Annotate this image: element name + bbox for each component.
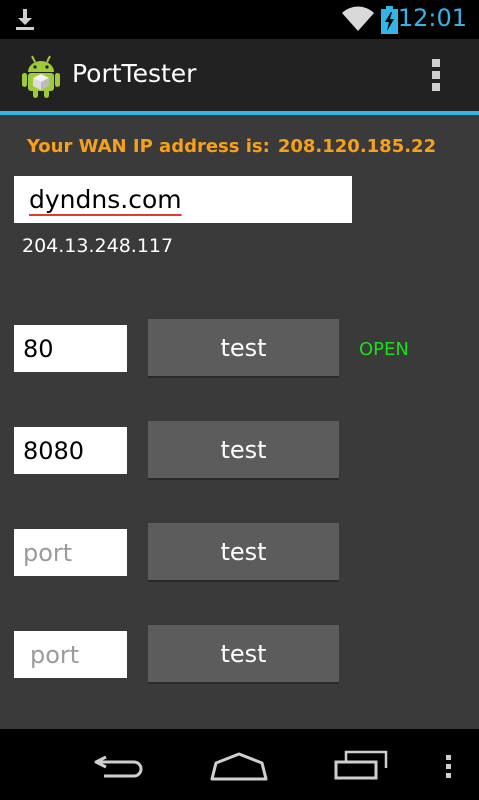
- wan-label: Your WAN IP address is:: [26, 136, 270, 157]
- battery-charging-icon: [381, 6, 398, 34]
- recent-apps-icon[interactable]: [334, 749, 388, 781]
- port-input-2[interactable]: 8080: [14, 427, 127, 474]
- host-input-value: dyndns.com: [29, 185, 182, 214]
- port-value: 80: [23, 335, 54, 363]
- port-input-4[interactable]: port: [14, 631, 127, 678]
- host-input[interactable]: dyndns.com: [14, 176, 352, 223]
- home-icon[interactable]: [210, 751, 268, 781]
- resolved-ip: 204.13.248.117: [22, 235, 174, 257]
- status-bar: 12:01: [0, 0, 479, 39]
- wifi-icon: [342, 6, 374, 31]
- download-icon: [16, 9, 34, 30]
- menu-icon[interactable]: [446, 755, 452, 779]
- main-content: Your WAN IP address is: 208.120.185.22 dy…: [0, 115, 479, 729]
- clock: 12:01: [397, 4, 467, 32]
- port-value: 8080: [23, 437, 85, 465]
- android-icon[interactable]: [22, 54, 60, 98]
- test-button-1[interactable]: test: [148, 319, 339, 378]
- port-input-3[interactable]: port: [14, 529, 127, 576]
- navigation-bar: [0, 729, 479, 800]
- port-placeholder: port: [23, 539, 73, 567]
- port-input-1[interactable]: 80: [14, 325, 127, 372]
- port-placeholder: port: [30, 641, 80, 669]
- app-title: PortTester: [72, 59, 197, 88]
- back-icon[interactable]: [92, 753, 146, 779]
- port-status-open: OPEN: [359, 339, 409, 360]
- test-button-2[interactable]: test: [148, 421, 339, 480]
- wan-ip-line: Your WAN IP address is: 208.120.185.22: [0, 136, 463, 157]
- action-bar: PortTester: [0, 39, 479, 112]
- overflow-menu-icon[interactable]: [430, 58, 442, 92]
- test-button-4[interactable]: test: [148, 625, 339, 684]
- test-button-3[interactable]: test: [148, 523, 339, 582]
- wan-ip: 208.120.185.22: [277, 136, 437, 157]
- host-value-text: dyndns.com: [29, 185, 182, 214]
